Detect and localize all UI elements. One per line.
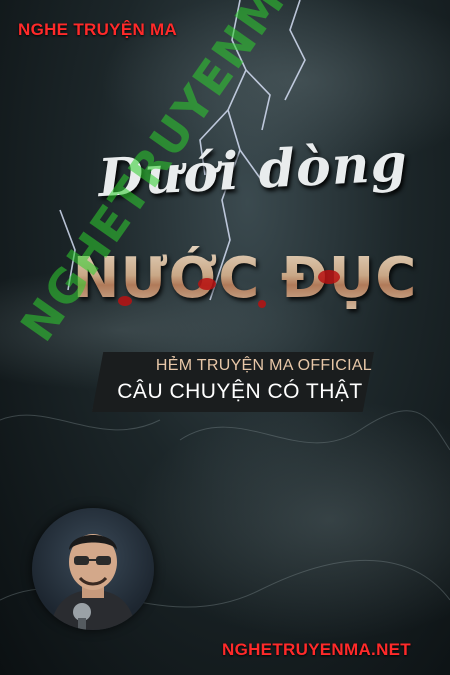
blood-splatter (198, 278, 216, 290)
site-label-top: NGHE TRUYỆN MA (18, 20, 178, 39)
site-label-bottom: NGHETRUYENMA.NET (222, 640, 411, 659)
blood-splatter (118, 296, 132, 306)
channel-name: HẺM TRUYỆN MA OFFICIAL (155, 357, 372, 374)
blood-splatter (258, 300, 266, 308)
book-cover: NGHE TRUYỆN MA Dưới dòng NƯỚC ĐỤC HẺM TR… (0, 0, 450, 675)
blood-splatter (318, 270, 340, 284)
tagline: CÂU CHUYỆN CÓ THẬT (117, 380, 363, 403)
narrator-avatar (32, 508, 154, 630)
